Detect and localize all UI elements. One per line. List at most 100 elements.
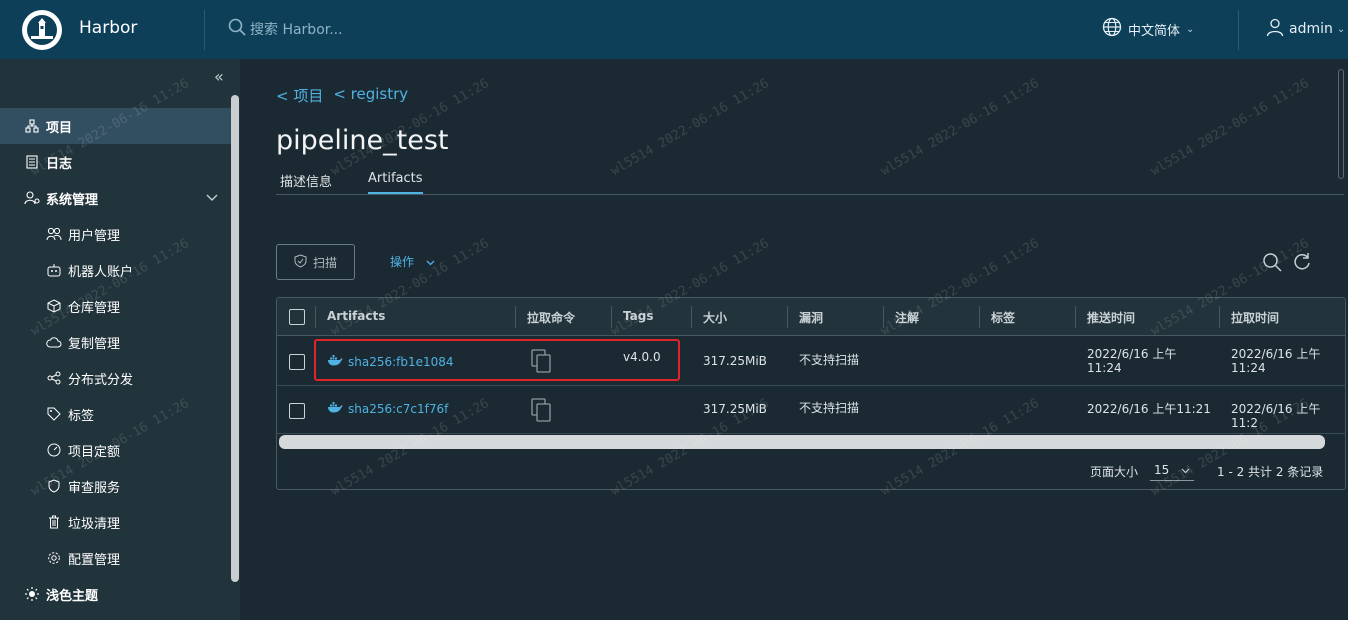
vulnerability-status: 不支持扫描 (799, 401, 860, 415)
sidebar-scrollbar[interactable] (231, 95, 239, 582)
top-nav-bar: Harbor 搜索 Harbor... 中文简体 ⌄ admin ⌄ (0, 0, 1348, 59)
row-checkbox[interactable] (289, 403, 305, 419)
column-divider (883, 306, 884, 328)
search-icon (228, 18, 246, 40)
pull-time: 2022/6/16 上午11:2 (1231, 402, 1321, 430)
sidebar-item-garbage-collection[interactable]: 垃圾清理 (0, 504, 232, 540)
page-title: pipeline_test (276, 125, 449, 156)
copy-pull-command-icon[interactable] (531, 398, 551, 426)
sidebar-item-label: 垃圾清理 (68, 516, 121, 532)
chevron-down-icon: ⌄ (1336, 23, 1346, 35)
breadcrumb-projects-link[interactable]: < 项目 (276, 85, 323, 106)
breadcrumb-repo-link[interactable]: < registry (333, 85, 408, 106)
column-divider (611, 306, 612, 328)
artifact-size: 317.25MiB (703, 402, 767, 416)
highlight-box (314, 339, 680, 381)
page-size-label: 页面大小 (1090, 465, 1139, 479)
language-selector[interactable]: 中文简体 ⌄ (1102, 17, 1194, 41)
page-size-select[interactable]: 15 (1150, 459, 1194, 481)
admin-icon (24, 190, 40, 206)
horizontal-scrollbar[interactable] (279, 435, 1325, 449)
tab-bar: 描述信息 Artifacts (276, 169, 1344, 195)
search-icon[interactable] (1262, 252, 1282, 276)
column-header-tags[interactable]: Tags (623, 309, 653, 323)
search-input[interactable]: 搜索 Harbor... (250, 19, 343, 39)
table-row[interactable]: sha256:c7c1f76f 317.25MiB 不支持扫描 2022/6/1… (277, 387, 1345, 434)
sidebar-item-light-theme[interactable]: 浅色主题 (0, 576, 232, 612)
shield-icon (46, 478, 62, 494)
users-icon (46, 226, 62, 242)
tab-info[interactable]: 描述信息 (280, 171, 332, 196)
column-header-labels[interactable]: 标签 (991, 309, 1015, 326)
tag-icon (46, 406, 62, 422)
column-header-artifacts[interactable]: Artifacts (327, 309, 385, 323)
header-divider (1238, 10, 1239, 50)
row-checkbox[interactable] (289, 354, 305, 370)
pagination-summary: 1 - 2 共计 2 条记录 (1217, 465, 1324, 479)
refresh-icon[interactable] (1292, 252, 1312, 276)
username: admin (1289, 21, 1333, 37)
sidebar-item-label: 配置管理 (68, 552, 121, 568)
cube-icon (46, 298, 62, 314)
actions-dropdown[interactable]: 操作 (390, 253, 435, 270)
column-divider (787, 306, 788, 328)
column-header-pull-command[interactable]: 拉取命令 (527, 309, 575, 326)
breadcrumb: < 项目 < registry (276, 85, 408, 106)
sidebar-item-logs[interactable]: 日志 (0, 144, 232, 180)
artifacts-table: Artifacts 拉取命令 Tags 大小 漏洞 注解 标签 推送时间 拉取时… (276, 297, 1346, 490)
sidebar-item-interrogation-services[interactable]: 审查服务 (0, 468, 232, 504)
column-divider (979, 306, 980, 328)
brand-name[interactable]: Harbor (79, 18, 137, 38)
column-header-push-time[interactable]: 推送时间 (1087, 309, 1135, 326)
select-all-checkbox[interactable] (289, 309, 305, 325)
sidebar-item-label: 日志 (46, 156, 73, 172)
sidebar-item-label: 机器人账户 (68, 264, 134, 280)
column-divider (1075, 306, 1076, 328)
sidebar-item-robot-accounts[interactable]: 机器人账户 (0, 252, 232, 288)
robot-icon (46, 262, 62, 278)
sidebar-item-quotas[interactable]: 项目定额 (0, 432, 232, 468)
column-divider (1219, 306, 1220, 328)
column-header-pull-time[interactable]: 拉取时间 (1231, 309, 1279, 326)
trash-icon (46, 514, 62, 530)
page-scrollbar[interactable] (1338, 69, 1344, 179)
global-search[interactable]: 搜索 Harbor... (228, 18, 343, 40)
sidebar-item-registries[interactable]: 仓库管理 (0, 288, 232, 324)
dashboard-icon (46, 442, 62, 458)
artifact-digest-link[interactable]: sha256:c7c1f76f (327, 401, 448, 416)
tab-artifacts[interactable]: Artifacts (368, 171, 423, 194)
sidebar-item-label: 项目 (46, 120, 73, 136)
shield-check-icon (294, 253, 307, 271)
sidebar: « 项目 日志 系统管理 用户管理 机器人账户 仓库管理 复制管理 分布式分发 … (0, 59, 240, 620)
column-divider (515, 306, 516, 328)
push-time-date: 2022/6/16 上午 (1087, 347, 1177, 361)
chevron-down-icon: ⌄ (1186, 23, 1195, 35)
column-header-vulnerabilities[interactable]: 漏洞 (799, 309, 823, 326)
artifact-size: 317.25MiB (703, 354, 767, 368)
column-header-size[interactable]: 大小 (703, 309, 727, 326)
harbor-logo-icon[interactable] (22, 10, 62, 50)
sun-icon (24, 586, 40, 602)
pull-time-hour: 11:24 (1231, 361, 1266, 375)
user-icon (1265, 17, 1285, 41)
globe-icon (1102, 17, 1122, 41)
sidebar-item-labels[interactable]: 标签 (0, 396, 232, 432)
push-time-hour: 11:24 (1087, 361, 1122, 375)
log-icon (24, 154, 40, 170)
sidebar-item-admin[interactable]: 系统管理 (0, 180, 232, 216)
page-size-value: 15 (1154, 462, 1170, 477)
column-divider (315, 306, 316, 328)
sidebar-item-users[interactable]: 用户管理 (0, 216, 232, 252)
sidebar-item-projects[interactable]: 项目 (0, 108, 232, 144)
sidebar-item-configuration[interactable]: 配置管理 (0, 540, 232, 576)
sidebar-item-label: 分布式分发 (68, 372, 134, 388)
chevron-down-icon (1181, 463, 1190, 477)
scan-button[interactable]: 扫描 (276, 244, 355, 280)
collapse-sidebar-icon[interactable]: « (214, 67, 224, 86)
sidebar-item-distributions[interactable]: 分布式分发 (0, 360, 232, 396)
sidebar-item-replications[interactable]: 复制管理 (0, 324, 232, 360)
sidebar-item-label: 标签 (68, 408, 95, 424)
column-divider (691, 306, 692, 328)
column-header-annotations[interactable]: 注解 (895, 309, 919, 326)
user-menu[interactable]: admin ⌄ (1265, 17, 1345, 41)
